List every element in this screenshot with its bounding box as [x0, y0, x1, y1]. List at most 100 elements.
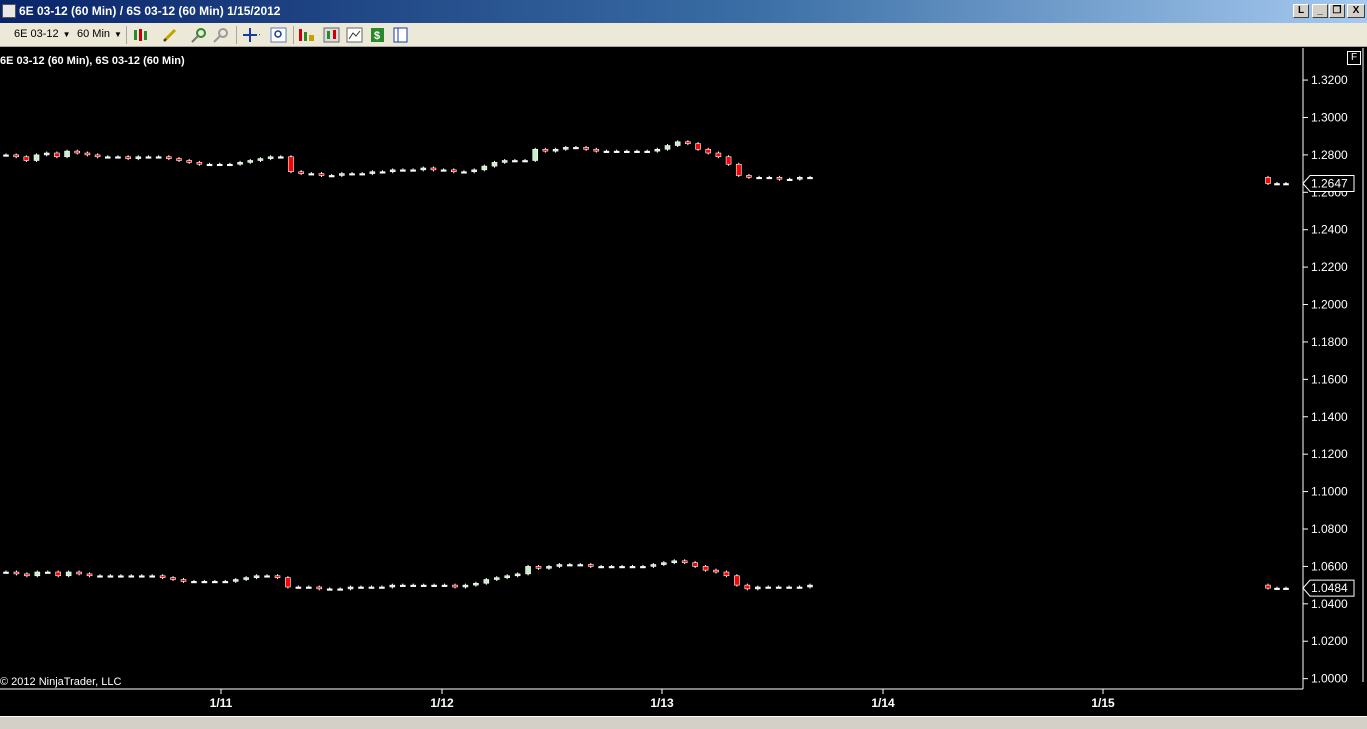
candle-body [786, 178, 793, 181]
candle-body [713, 569, 719, 573]
toolbar-divider [126, 26, 127, 44]
horizontal-scrollbar[interactable] [0, 716, 1367, 729]
candle-body [34, 571, 41, 577]
candle-body [308, 173, 315, 176]
candle-body [756, 177, 762, 180]
candle-body [176, 158, 182, 161]
candle-body [664, 145, 671, 150]
candle-body [104, 156, 111, 159]
minimize-button[interactable]: _ [1312, 4, 1328, 18]
dollar-icon[interactable]: $ [369, 26, 387, 44]
candle-body [288, 156, 294, 173]
candle-body [274, 575, 281, 578]
candle-body [86, 573, 93, 577]
candle-body [216, 163, 223, 167]
candle-body [431, 584, 437, 587]
candle-body [734, 575, 740, 586]
candle-body [725, 156, 732, 165]
candle-body [640, 566, 646, 569]
candle-body [671, 560, 678, 563]
candle-body [420, 584, 427, 587]
data-box-icon[interactable] [392, 26, 410, 44]
candle-body [257, 158, 264, 161]
candle-body [598, 566, 604, 569]
candle-body [552, 148, 559, 152]
candle-body [654, 148, 661, 152]
drawing-pencil-icon[interactable] [161, 26, 179, 44]
candle-body [634, 150, 640, 153]
restore-button[interactable]: ❐ [1329, 4, 1345, 18]
price-tick-label: 1.2200 [1311, 260, 1348, 274]
zoom-in-icon[interactable] [190, 26, 208, 44]
interval-selector[interactable]: 60 Min ▼ [77, 28, 122, 40]
candle-body [149, 575, 155, 578]
candle-body [674, 141, 681, 146]
candle-body [94, 154, 101, 158]
svg-text:$: $ [374, 30, 380, 42]
candle-body [1265, 584, 1271, 589]
candle-body [76, 571, 82, 575]
chart-legend: 6E 03-12 (60 Min), 6S 03-12 (60 Min) [0, 55, 185, 67]
price-chart[interactable]: 1.32001.30001.28001.26001.24001.22001.20… [0, 48, 1367, 729]
price-tick-label: 1.0000 [1311, 672, 1348, 686]
window-title-bar: 6E 03-12 (60 Min) / 6S 03-12 (60 Min) 1/… [0, 0, 1367, 23]
price-tick-label: 1.0600 [1311, 559, 1348, 573]
price-tick-label: 1.0800 [1311, 522, 1348, 536]
time-tick-label: 1/11 [210, 696, 233, 710]
candle-body [775, 586, 782, 589]
price-tick-label: 1.3000 [1311, 110, 1348, 124]
candle-body [212, 581, 218, 584]
candle-body [135, 156, 142, 159]
bar-type-icon[interactable] [132, 26, 150, 44]
candle-body [328, 175, 335, 178]
f-button[interactable]: F [1347, 51, 1361, 65]
chart-properties-icon[interactable] [346, 26, 364, 44]
price-tick-label: 1.3200 [1311, 73, 1348, 87]
candle-body [64, 150, 70, 158]
chart-panel[interactable]: 1.3200 1.3000 1.2800 1.2600 1.2400 1.2200 1.20… [0, 48, 1367, 729]
candle-body [493, 577, 500, 580]
candle-body [587, 564, 594, 567]
candle-body [1274, 183, 1280, 186]
candle-body [619, 566, 625, 569]
candle-body [525, 566, 531, 575]
price-tick-label: 1.2400 [1311, 223, 1348, 237]
candle-body [44, 571, 51, 574]
candle-body [776, 177, 783, 180]
candle-body [222, 581, 229, 584]
indicators-icon[interactable] [298, 26, 316, 44]
close-button[interactable]: X [1347, 4, 1365, 18]
candle-body [556, 564, 563, 567]
candle-body [369, 171, 376, 174]
candle-body [107, 575, 114, 578]
crosshair-icon[interactable] [242, 26, 260, 44]
candle-body [253, 575, 260, 578]
candle-body [766, 177, 773, 180]
candle-body [481, 165, 488, 171]
candle-body [267, 156, 274, 159]
candle-body [441, 584, 448, 587]
candle-body [695, 143, 701, 150]
interval-value: 60 Min [77, 28, 111, 40]
candle-body [33, 154, 40, 161]
candle-body [735, 163, 742, 176]
zoom-out-icon[interactable] [212, 26, 230, 44]
candle-body [232, 579, 239, 582]
candle-body [603, 150, 610, 153]
candle-body [410, 169, 416, 172]
candle-body [118, 575, 124, 578]
candle-body [237, 162, 243, 165]
candle-body [420, 167, 427, 171]
candle-body [744, 584, 751, 590]
candle-body [562, 147, 569, 150]
candle-body [145, 156, 152, 159]
candle-body [227, 163, 233, 167]
candle-body [461, 171, 467, 174]
copyright-text: © 2012 NinjaTrader, LLC [0, 676, 122, 688]
strategies-icon[interactable] [323, 26, 341, 44]
candle-body [316, 586, 323, 590]
candle-body [54, 152, 60, 158]
instrument-selector[interactable]: 6E 03-12 ▼ [14, 28, 71, 40]
help-button[interactable]: L [1293, 4, 1309, 18]
magnify-icon[interactable] [270, 26, 288, 44]
